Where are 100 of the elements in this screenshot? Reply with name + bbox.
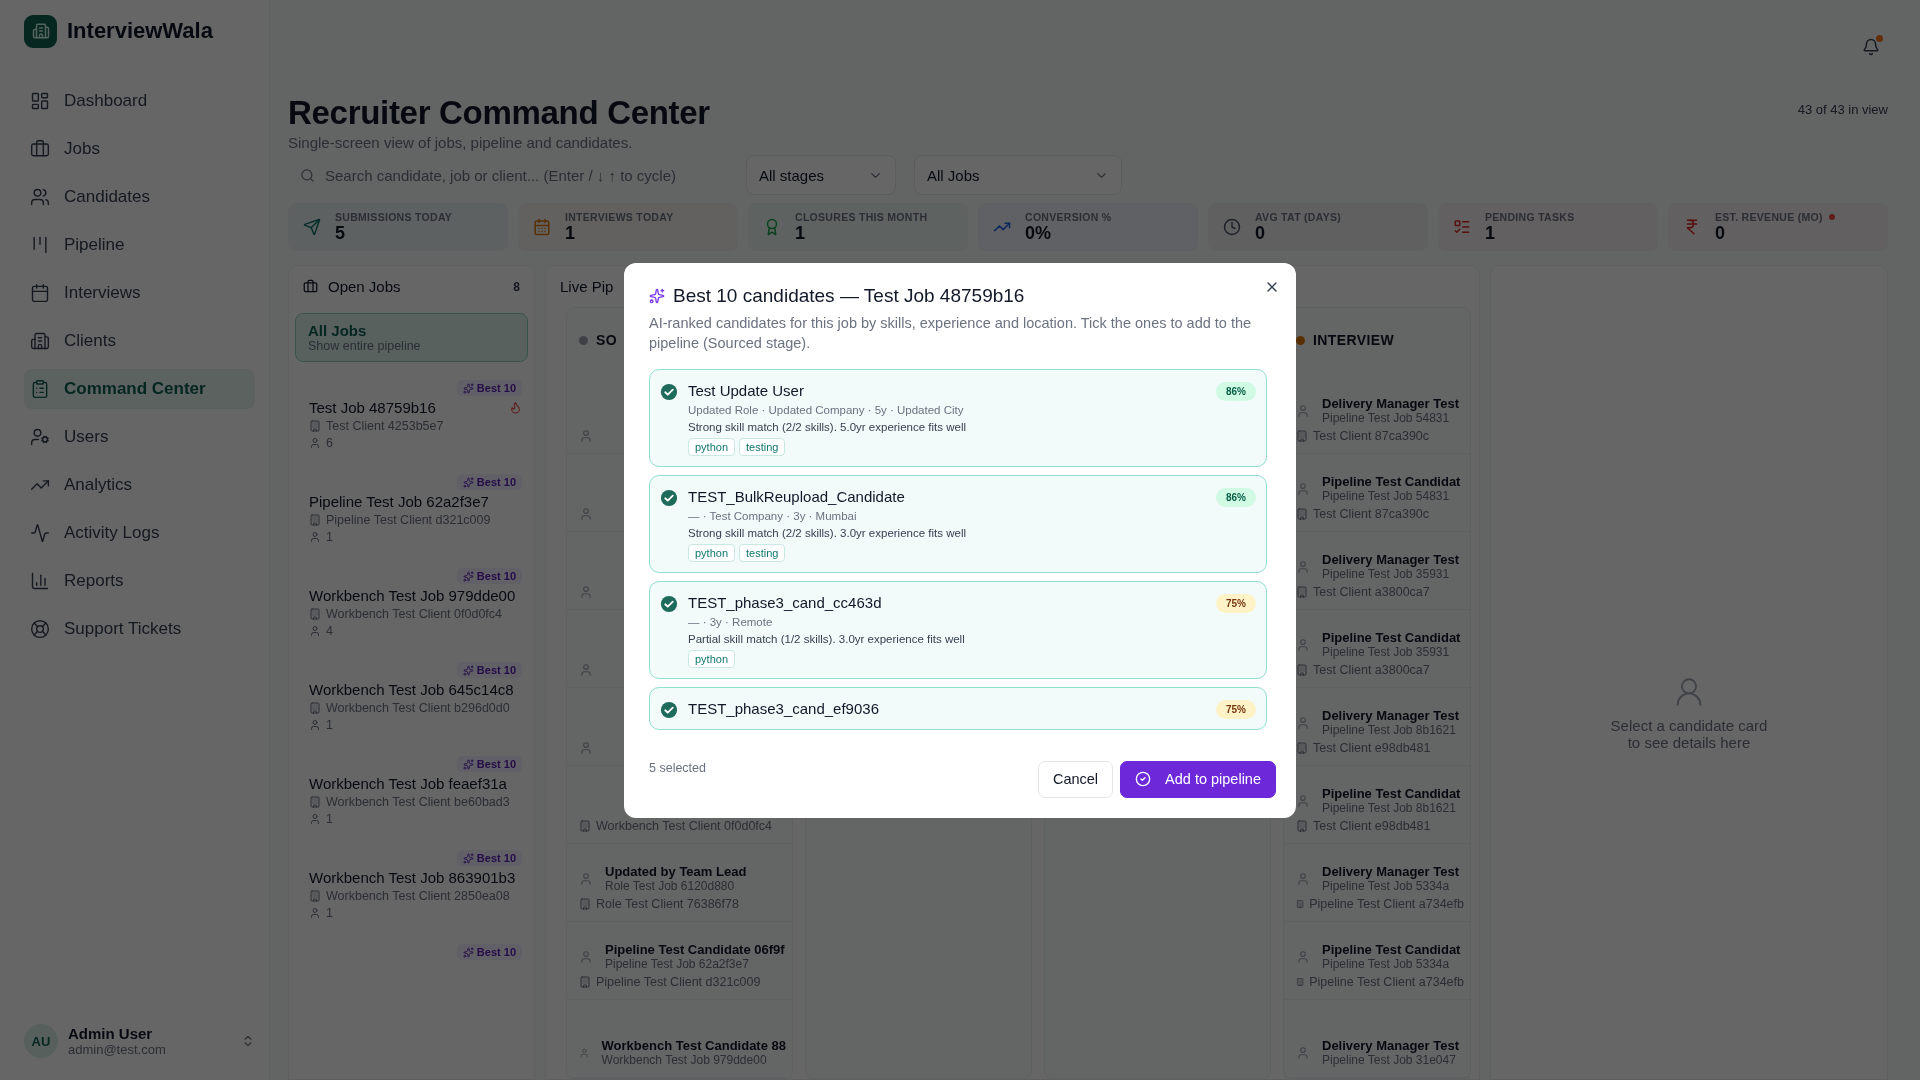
nav-item[interactable]: Jobs: [24, 129, 255, 169]
person-icon: [309, 813, 321, 825]
job-title[interactable]: Workbench Test Job feaef31a: [309, 775, 507, 792]
check-circle-icon[interactable]: [660, 700, 678, 719]
nav-item[interactable]: Interviews: [24, 273, 255, 313]
check-circle-icon: [1135, 771, 1152, 787]
check-circle-icon[interactable]: [660, 488, 678, 507]
pulse-icon: [30, 523, 50, 543]
calendar-icon: [30, 283, 50, 303]
candidate-count: 1: [326, 812, 333, 826]
candidate-card[interactable]: Workbench Test Candidate 88 Workbench Test Job 979dde00: [567, 1000, 792, 1078]
nav-item[interactable]: Command Center: [24, 369, 255, 409]
stat-value: 0%: [1025, 222, 1052, 244]
client-name: Test Client 87ca390c: [1313, 507, 1430, 521]
job-title[interactable]: Workbench Test Job 863901b3: [309, 869, 516, 886]
sparkle-icon: [462, 476, 474, 488]
candidate-card[interactable]: Pipeline Test Candidat Pipeline Test Job 5334a Pipeline Test Client a734efb: [1284, 922, 1470, 1000]
user-avatar: AU: [24, 1024, 58, 1058]
candidate-card[interactable]: Delivery Manager Test Pipeline Test Job 5334a Pipeline Test Client a734efb: [1284, 844, 1470, 922]
candidate-card[interactable]: Updated by Team Lead Role Test Job 6120d880 Role Test Client 76386f78: [567, 844, 792, 922]
candidate-card[interactable]: TEST_phase3_cand_ef9036 75%: [649, 686, 1267, 730]
user-gear-icon: [30, 427, 50, 447]
person-icon: [1296, 403, 1310, 418]
job-title[interactable]: Workbench Test Job 645c14c8: [309, 681, 514, 698]
best-10-button[interactable]: Best 10: [456, 756, 522, 772]
check-circle-icon[interactable]: [660, 594, 678, 613]
add-button[interactable]: Add to pipeline: [1120, 760, 1276, 798]
job-title[interactable]: Pipeline Test Job 62a2f3e7: [309, 493, 489, 510]
client-name: Workbench Test Client be60bad3: [326, 795, 510, 809]
nav-item[interactable]: Candidates: [24, 177, 255, 217]
candidate-name: Delivery Manager Test: [1322, 708, 1460, 723]
nav-item[interactable]: Support Tickets: [24, 609, 255, 649]
building-icon: [1296, 586, 1308, 598]
filter-dropdown[interactable]: All stages: [746, 155, 896, 195]
sparkle-icon: [462, 758, 474, 770]
best-10-button[interactable]: Best 10: [456, 474, 522, 490]
nav-item[interactable]: Analytics: [24, 465, 255, 505]
client-name: Pipeline Test Client a734efb: [1309, 975, 1464, 989]
bar-chart-icon: [30, 571, 50, 591]
stat-value: 5: [335, 222, 346, 244]
person-icon: [579, 949, 593, 964]
best-10-button[interactable]: Best 10: [456, 944, 522, 960]
candidate-card[interactable]: Pipeline Test Candidate 06f9f Pipeline Test Job 62a2f3e7 Pipeline Test Client d321c009: [567, 922, 792, 1000]
user-name: Admin User: [68, 1025, 154, 1042]
candidate-name: Updated by Team Lead: [605, 864, 747, 879]
client-name: Workbench Test Client b296d0d0: [326, 701, 510, 715]
skill-tag: python: [688, 649, 736, 668]
sparkle-icon: [462, 852, 474, 864]
sparkle-icon: [462, 664, 474, 676]
building-icon: [1296, 508, 1308, 520]
nav-item[interactable]: Pipeline: [24, 225, 255, 265]
stage-title: SO: [596, 332, 618, 348]
building-icon: [579, 820, 591, 832]
candidate-count: 1: [326, 718, 333, 732]
page-subtitle: Single-screen view of jobs, pipeline and candidates.: [288, 134, 634, 151]
match-score: 86%: [1216, 487, 1256, 507]
candidate-card[interactable]: TEST_phase3_cand_cc463d — · 3y · Remote Partial skill match (1/2 skills). 3.0yr experience fits well python 75%: [649, 580, 1267, 679]
nav-item[interactable]: Activity Logs: [24, 513, 255, 553]
building-icon: [309, 608, 321, 620]
person-icon: [309, 719, 321, 731]
match-score: 86%: [1216, 381, 1256, 401]
sparkle-icon: [462, 570, 474, 582]
person-icon: [1296, 949, 1310, 964]
best-10-button[interactable]: Best 10: [456, 380, 522, 396]
candidate-card[interactable]: TEST_BulkReupload_Candidate — · Test Company · 3y · Mumbai Strong skill match (2/2 skills). 3.0yr experience fits well python testing 86%: [649, 474, 1267, 573]
check-circle-icon[interactable]: [660, 382, 678, 401]
nav-item[interactable]: Clients: [24, 321, 255, 361]
search-field[interactable]: Search candidate, job or client... (Enter / ↓ ↑ to cycle): [323, 165, 716, 185]
job-title[interactable]: Test Job 48759b16: [309, 399, 436, 416]
selection-count: 5 selected: [649, 760, 706, 775]
modal-description: AI-ranked candidates for this job by skills, experience and location. Tick the ones to add to the pipeline (Sourced stage).: [649, 313, 1253, 353]
person-icon: [1296, 871, 1310, 886]
person-icon: [579, 1045, 590, 1060]
nav-item[interactable]: Dashboard: [24, 81, 255, 121]
best-10-button[interactable]: Best 10: [456, 850, 522, 866]
candidate-name: Pipeline Test Candidat: [1322, 630, 1461, 645]
skill-tag: python: [688, 437, 736, 456]
best-10-button[interactable]: Best 10: [456, 568, 522, 584]
cancel-button[interactable]: Cancel: [1037, 760, 1114, 798]
nav-item[interactable]: Users: [24, 417, 255, 457]
best-10-button[interactable]: Best 10: [456, 662, 522, 678]
candidate-count: 1: [326, 530, 333, 544]
building-icon: [309, 796, 321, 808]
filter-dropdown[interactable]: All Jobs: [914, 155, 1122, 195]
client-name: Test Client a3800ca7: [1313, 585, 1430, 599]
candidate-card[interactable]: Delivery Manager Test Pipeline Test Job 31e047: [1284, 1000, 1470, 1078]
job-name: Pipeline Test Job 8b1621: [1322, 723, 1457, 737]
job-name: Pipeline Test Job 35931: [1322, 645, 1451, 659]
candidate-card[interactable]: Test Update User Updated Role · Updated Company · 5y · Updated City Strong skill match (2/2 skills). 5.0yr experience fits well python testing 86%: [649, 368, 1267, 467]
candidate-count: 1: [326, 906, 333, 920]
candidate-name: Workbench Test Candidate 88: [601, 1038, 786, 1053]
building-icon: [1296, 976, 1305, 988]
columns-icon: [30, 235, 50, 255]
job-title[interactable]: Workbench Test Job 979dde00: [309, 587, 516, 604]
person-icon: [579, 741, 593, 755]
person-icon: [579, 871, 593, 886]
bell-icon[interactable]: [1862, 38, 1880, 56]
building-icon: [1296, 742, 1308, 754]
skill-tag: python: [688, 543, 736, 562]
nav-item[interactable]: Reports: [24, 561, 255, 601]
